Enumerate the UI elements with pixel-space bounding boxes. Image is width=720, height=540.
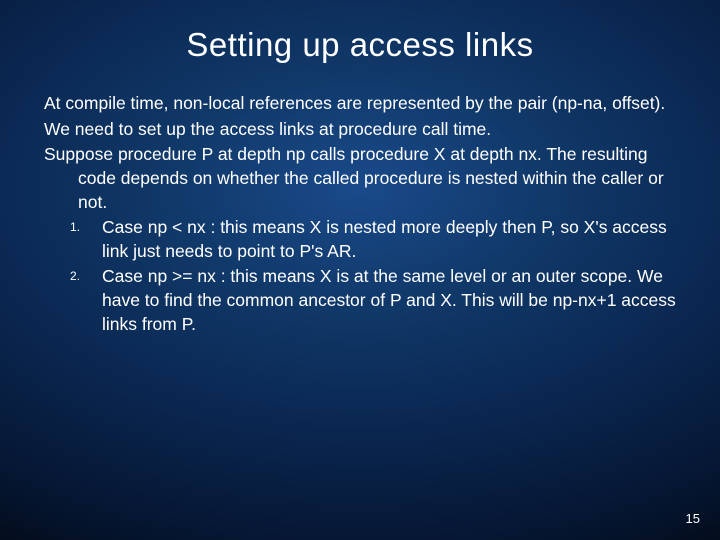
page-number: 15	[686, 511, 700, 526]
paragraph: At compile time, non-local references ar…	[44, 92, 676, 116]
list-item: Case np < nx : this means X is nested mo…	[78, 216, 676, 263]
slide: Setting up access links At compile time,…	[0, 0, 720, 540]
numbered-list: Case np < nx : this means X is nested mo…	[44, 216, 676, 336]
paragraph: Suppose procedure P at depth np calls pr…	[44, 143, 676, 214]
list-item: Case np >= nx : this means X is at the s…	[78, 265, 676, 336]
paragraph: We need to set up the access links at pr…	[44, 118, 676, 142]
slide-body: At compile time, non-local references ar…	[0, 82, 720, 336]
slide-title: Setting up access links	[0, 0, 720, 82]
